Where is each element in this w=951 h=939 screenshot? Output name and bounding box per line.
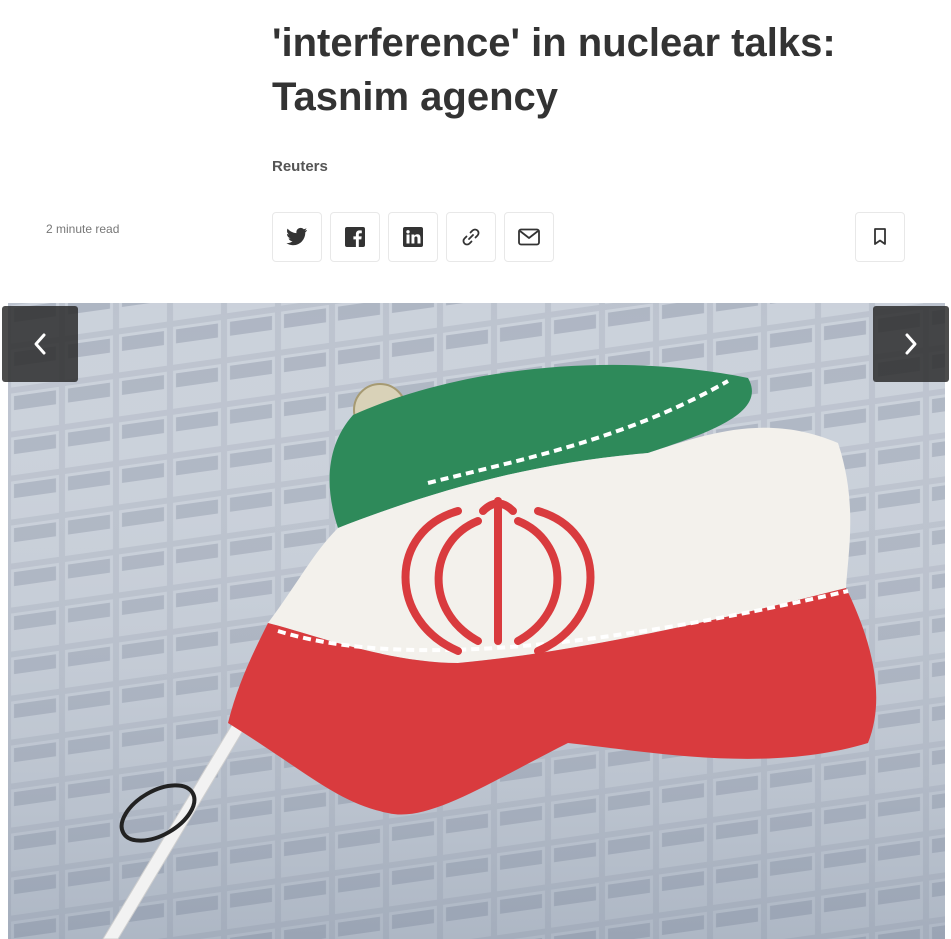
chevron-right-icon xyxy=(905,333,917,355)
read-time: 2 minute read xyxy=(46,222,120,236)
copy-link-button[interactable] xyxy=(446,212,496,262)
share-twitter-button[interactable] xyxy=(272,212,322,262)
headline-line-2: Tasnim agency xyxy=(272,75,559,119)
byline[interactable]: Reuters xyxy=(272,158,328,175)
share-facebook-button[interactable] xyxy=(330,212,380,262)
gallery-next-button[interactable] xyxy=(873,306,949,382)
iran-flag-photo xyxy=(8,303,945,939)
share-email-button[interactable] xyxy=(504,212,554,262)
headline-line-1: 'interference' in nuclear talks: xyxy=(272,21,836,65)
link-icon xyxy=(462,228,480,246)
linkedin-icon xyxy=(403,227,423,247)
share-linkedin-button[interactable] xyxy=(388,212,438,262)
photo-gallery xyxy=(8,303,945,939)
bookmark-button[interactable] xyxy=(855,212,905,262)
gallery-prev-button[interactable] xyxy=(2,306,78,382)
bookmark-icon xyxy=(874,228,886,245)
article-headline: 'interference' in nuclear talks: Tasnim … xyxy=(272,16,942,124)
chevron-left-icon xyxy=(34,333,46,355)
facebook-icon xyxy=(345,227,365,247)
share-bar xyxy=(272,212,554,262)
twitter-icon xyxy=(286,227,308,246)
email-icon xyxy=(518,228,540,246)
